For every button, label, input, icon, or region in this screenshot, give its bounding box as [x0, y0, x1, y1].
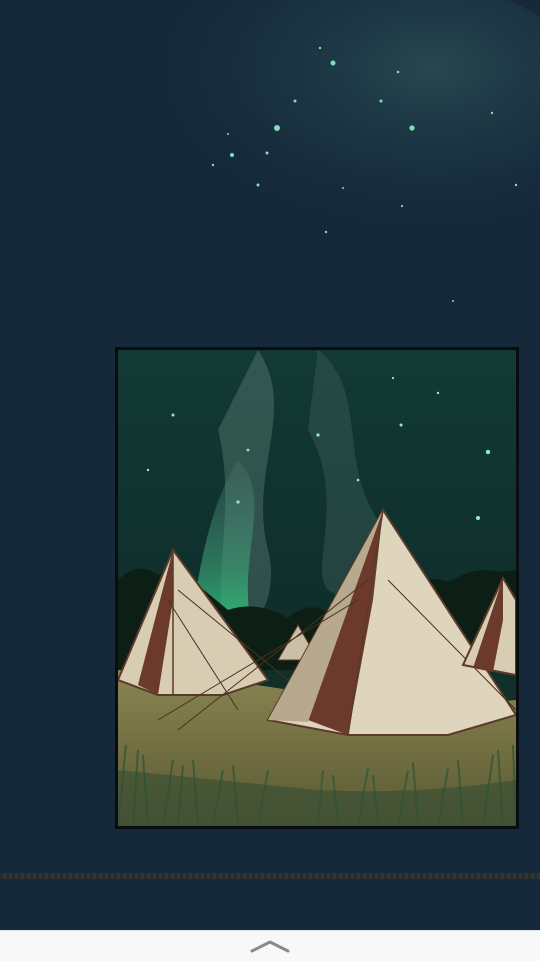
comic-panel [115, 347, 519, 829]
bottom-toolbar[interactable] [0, 930, 540, 961]
panel-divider [0, 873, 540, 879]
tents-under-aurora-illustration [118, 350, 516, 826]
comic-reader-view[interactable] [0, 0, 540, 930]
starry-sky-illustration [0, 0, 540, 345]
chevron-up-icon[interactable] [250, 938, 290, 954]
